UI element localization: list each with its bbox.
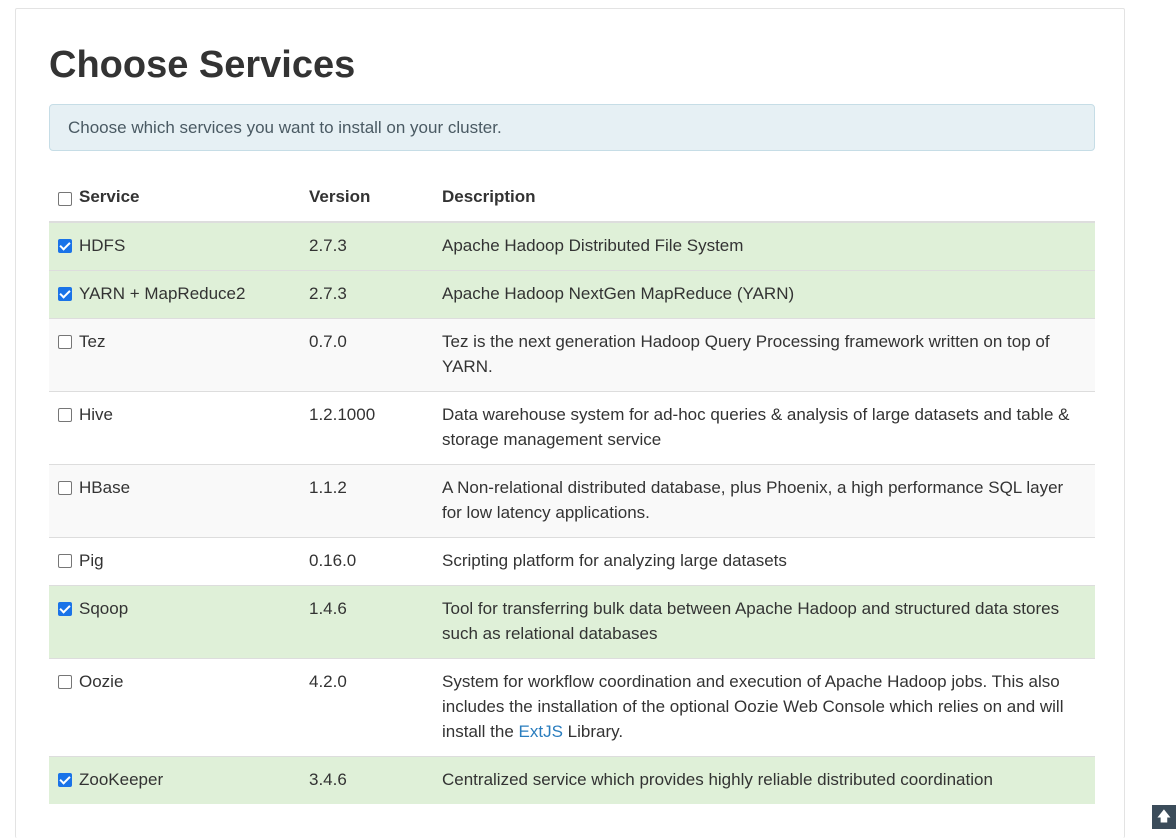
service-checkbox[interactable]: [58, 239, 72, 253]
service-description: Centralized service which provides highl…: [442, 756, 1095, 804]
description-text: Tool for transferring bulk data between …: [442, 599, 1060, 643]
service-version: 2.7.3: [309, 221, 442, 271]
service-checkbox[interactable]: [58, 675, 72, 689]
description-text-suffix: Library.: [562, 722, 624, 741]
service-name: YARN + MapReduce2: [79, 284, 246, 303]
service-name: ZooKeeper: [79, 770, 164, 789]
scroll-to-top-button[interactable]: 🡅: [1152, 805, 1176, 829]
service-name: Hive: [79, 405, 114, 424]
service-cell: HDFS: [49, 221, 309, 271]
service-column-header: Service: [49, 172, 309, 223]
page-title: Choose Services: [49, 44, 356, 86]
service-description: Apache Hadoop Distributed File System: [442, 221, 1095, 271]
table-row[interactable]: YARN + MapReduce2 2.7.3 Apache Hadoop Next…: [49, 270, 1095, 319]
service-description: Data warehouse system for ad-hoc queries…: [442, 391, 1095, 465]
description-text: A Non-relational distributed database, p…: [442, 478, 1064, 522]
service-description: Apache Hadoop NextGen MapReduce (YARN): [442, 270, 1095, 319]
service-checkbox[interactable]: [58, 408, 72, 422]
description-text: Apache Hadoop NextGen MapReduce (YARN): [442, 284, 795, 303]
description-text: Centralized service which provides highl…: [442, 770, 993, 789]
service-version: 0.16.0: [309, 537, 442, 586]
table-row[interactable]: ZooKeeper 3.4.6 Centralized service which …: [49, 756, 1095, 804]
service-description: System for workflow coordination and exe…: [442, 658, 1095, 757]
service-version: 0.7.0: [309, 318, 442, 392]
service-version: 1.4.6: [309, 585, 442, 659]
service-cell: Oozie: [49, 658, 309, 757]
service-description: A Non-relational distributed database, p…: [442, 464, 1095, 538]
description-text: Apache Hadoop Distributed File System: [442, 236, 744, 255]
version-column-header: Version: [309, 172, 442, 223]
service-cell: YARN + MapReduce2: [49, 270, 309, 319]
service-name: HBase: [79, 478, 131, 497]
service-description: Tool for transferring bulk data between …: [442, 585, 1095, 659]
table-row[interactable]: Sqoop 1.4.6 Tool for transferring bulk dat…: [49, 585, 1095, 659]
description-text: Data warehouse system for ad-hoc queries…: [442, 405, 1070, 449]
service-header-label: Service: [79, 186, 140, 206]
service-version: 3.4.6: [309, 756, 442, 804]
table-header-row: Service Version Description: [49, 172, 1095, 223]
service-version: 1.2.1000: [309, 391, 442, 465]
description-text: Scripting platform for analyzing large d…: [442, 551, 787, 570]
service-version: 4.2.0: [309, 658, 442, 757]
service-name: Tez: [79, 332, 106, 351]
description-column-header: Description: [442, 172, 1095, 223]
select-all-checkbox[interactable]: [58, 191, 72, 206]
table-row[interactable]: Tez 0.7.0 Tez is the next generation Hadoo…: [49, 318, 1095, 392]
service-description: Scripting platform for analyzing large d…: [442, 537, 1095, 586]
service-cell: Tez: [49, 318, 309, 392]
service-version: 2.7.3: [309, 270, 442, 319]
service-checkbox[interactable]: [58, 602, 72, 616]
service-name: HDFS: [79, 236, 126, 255]
service-name: Pig: [79, 551, 104, 570]
service-cell: ZooKeeper: [49, 756, 309, 804]
service-cell: Hive: [49, 391, 309, 465]
table-row[interactable]: HBase 1.1.2 A Non-relational distributed d…: [49, 464, 1095, 538]
service-version: 1.1.2: [309, 464, 442, 538]
table-row[interactable]: Oozie 4.2.0 System for workflow coordinati…: [49, 658, 1095, 757]
table-row[interactable]: Hive 1.2.1000 Data warehouse system for ad…: [49, 391, 1095, 465]
extjs-link[interactable]: ExtJS: [519, 722, 563, 741]
service-description: Tez is the next generation Hadoop Query …: [442, 318, 1095, 392]
choose-services-panel: Choose Services Choose which services yo…: [15, 8, 1125, 838]
service-name: Oozie: [79, 672, 124, 691]
service-checkbox[interactable]: [58, 287, 72, 301]
service-checkbox[interactable]: [58, 773, 72, 787]
services-table: Service Version Description HDFS 2.7.3 Apa…: [49, 172, 1095, 804]
service-checkbox[interactable]: [58, 554, 72, 568]
service-checkbox[interactable]: [58, 481, 72, 495]
description-text: Tez is the next generation Hadoop Query …: [442, 332, 1050, 376]
info-alert: Choose which services you want to instal…: [49, 104, 1095, 151]
service-checkbox[interactable]: [58, 335, 72, 349]
service-name: Sqoop: [79, 599, 129, 618]
table-row[interactable]: HDFS 2.7.3 Apache Hadoop Distributed File …: [49, 221, 1095, 271]
service-cell: Sqoop: [49, 585, 309, 659]
table-row[interactable]: Pig 0.16.0 Scripting platform for analyzin…: [49, 537, 1095, 586]
arrow-up-icon: 🡅: [1156, 808, 1172, 824]
service-cell: HBase: [49, 464, 309, 538]
service-cell: Pig: [49, 537, 309, 586]
